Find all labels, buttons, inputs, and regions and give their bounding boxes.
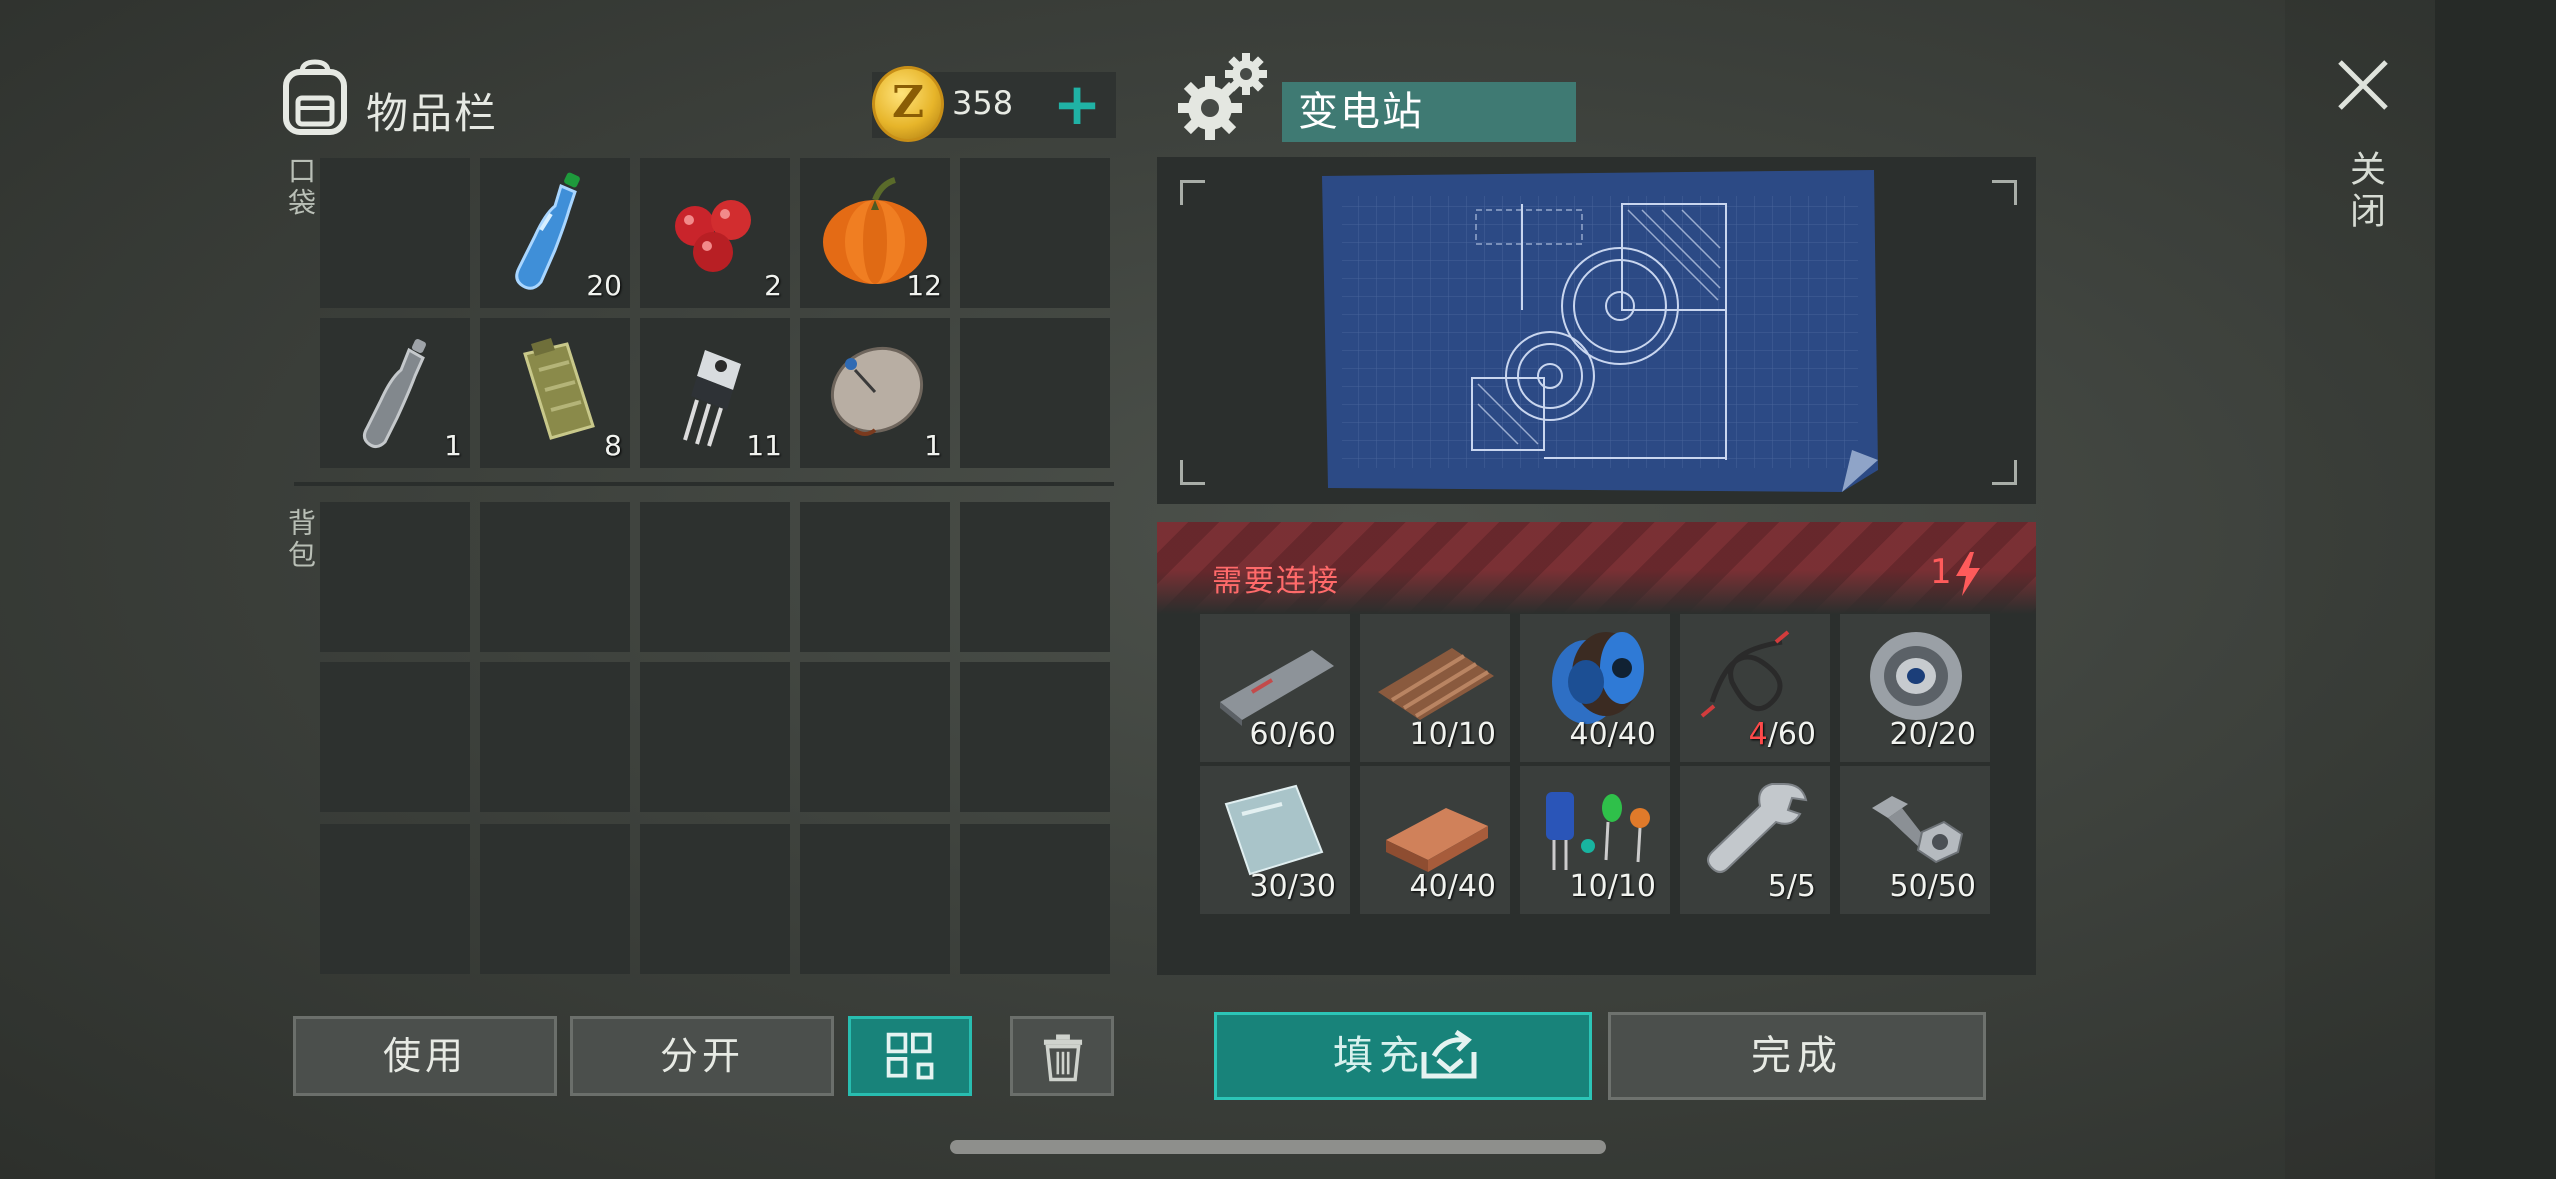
material-slot-wrench[interactable]: 5/5 (1680, 766, 1830, 914)
cable-icon (1700, 630, 1790, 718)
slot-count: 20 (586, 269, 622, 302)
backpack-slot[interactable] (640, 824, 790, 974)
corrugated-sheet-icon (1378, 648, 1494, 720)
grid-sort-icon (886, 1032, 934, 1080)
berries-icon (675, 200, 751, 272)
material-count: 20/20 (1889, 717, 1976, 752)
backpack-slot[interactable] (320, 824, 470, 974)
material-slot-copper-ingot[interactable]: 40/40 (1360, 766, 1510, 914)
material-count: 30/30 (1249, 869, 1336, 904)
material-count: 10/10 (1409, 717, 1496, 752)
lightning-icon (1956, 552, 1980, 596)
coin-count: 358 (952, 84, 1014, 122)
backpack-slot[interactable] (320, 662, 470, 812)
backpack-slot[interactable] (960, 662, 1110, 812)
material-slot-wire-spool[interactable]: 40/40 (1520, 614, 1670, 762)
coin-icon: Z (872, 66, 944, 142)
pocket-slot-water-bottle[interactable]: 20 (480, 158, 630, 308)
electronic-components-icon (1546, 792, 1650, 870)
backpack-slot[interactable] (800, 502, 950, 652)
material-count: 5/5 (1767, 869, 1816, 904)
copper-ingot-icon (1386, 808, 1488, 872)
power-value: 1 (1930, 552, 1952, 592)
backpack-slot[interactable] (640, 662, 790, 812)
slot-count: 12 (906, 269, 942, 302)
backpack-slot[interactable] (320, 502, 470, 652)
slot-count: 1 (444, 429, 462, 462)
material-slot-bolts[interactable]: 50/50 (1840, 766, 1990, 914)
pocket-slot-empty[interactable] (960, 158, 1110, 308)
slot-count: 11 (746, 429, 782, 462)
frame-corner (1180, 180, 1205, 205)
pocket-slot-jerrycan[interactable]: 8 (480, 318, 630, 468)
wire-spool-icon (1552, 632, 1644, 724)
backpack-slot[interactable] (480, 502, 630, 652)
frame-corner (1180, 460, 1205, 485)
done-button[interactable]: 完成 (1608, 1012, 1986, 1100)
frame-corner (1992, 180, 2017, 205)
pocket-slot-empty-bottle[interactable]: 1 (320, 318, 470, 468)
pocket-slot-empty[interactable] (320, 158, 470, 308)
backpack-label: 背包 (284, 508, 317, 572)
close-label[interactable]: 关闭 (2338, 150, 2390, 234)
backpack-slot[interactable] (480, 824, 630, 974)
backpack-slot[interactable] (640, 502, 790, 652)
coin-symbol: Z (891, 77, 925, 128)
home-indicator[interactable] (950, 1140, 1606, 1154)
material-slot-cable[interactable]: 4/60 (1680, 614, 1830, 762)
gear-icon (1178, 53, 1267, 140)
backpack-slot[interactable] (800, 662, 950, 812)
material-count: 50/50 (1889, 869, 1976, 904)
fill-button[interactable]: 填充 (1214, 1012, 1592, 1100)
use-button[interactable]: 使用 (293, 1016, 557, 1096)
section-divider (294, 482, 1114, 486)
slot-count: 1 (924, 429, 942, 462)
split-button[interactable]: 分开 (570, 1016, 834, 1096)
pocket-slot-berries[interactable]: 2 (640, 158, 790, 308)
material-slot-corrugated-sheet[interactable]: 10/10 (1360, 614, 1510, 762)
sort-button[interactable] (848, 1016, 972, 1096)
backpack-slot[interactable] (960, 824, 1110, 974)
material-slot-metal-plate[interactable]: 30/30 (1200, 766, 1350, 914)
fill-button-label: 填充 (1333, 1033, 1425, 1079)
add-coins-button[interactable]: + (1052, 74, 1102, 134)
fill-icon (1421, 1030, 1477, 1079)
material-count: 40/40 (1409, 869, 1496, 904)
station-name: 变电站 (1282, 82, 1576, 142)
slot-count: 2 (764, 269, 782, 302)
pocket-slot-empty[interactable] (960, 318, 1110, 468)
frame-corner (1992, 460, 2017, 485)
material-slot-electronic-components[interactable]: 10/10 (1520, 766, 1670, 914)
material-count: 10/10 (1569, 869, 1656, 904)
backpack-icon (283, 59, 347, 135)
pocket-slot-transistor[interactable]: 11 (640, 318, 790, 468)
pocket-slot-satellite-dish[interactable]: 1 (800, 318, 950, 468)
trash-button[interactable] (1010, 1016, 1114, 1096)
trash-icon (1043, 1034, 1083, 1082)
metal-bar-icon (1220, 650, 1334, 726)
backpack-slot[interactable] (960, 502, 1110, 652)
material-count: 40/40 (1569, 717, 1656, 752)
material-count: 60/60 (1249, 717, 1336, 752)
bearing-icon (1870, 632, 1962, 720)
pocket-slot-pumpkin[interactable]: 12 (800, 158, 950, 308)
jerrycan-icon (523, 338, 595, 440)
material-count: 4/60 (1748, 717, 1816, 752)
material-slot-metal-bar[interactable]: 60/60 (1200, 614, 1350, 762)
slot-count: 8 (604, 429, 622, 462)
pocket-label: 口袋 (284, 156, 317, 220)
inventory-title: 物品栏 (366, 89, 499, 138)
backpack-slot[interactable] (480, 662, 630, 812)
screen-edge (2435, 0, 2556, 1179)
metal-plate-icon (1224, 784, 1324, 876)
blueprint-image (1322, 170, 1878, 492)
requirement-text: 需要连接 (1212, 564, 1340, 599)
close-icon[interactable] (2334, 56, 2392, 114)
empty-bottle-icon (362, 339, 426, 449)
satellite-dish-icon (830, 346, 924, 436)
bolts-icon (1872, 796, 1964, 864)
material-slot-bearing[interactable]: 20/20 (1840, 614, 1990, 762)
wrench-icon (1707, 783, 1808, 873)
backpack-slot[interactable] (800, 824, 950, 974)
